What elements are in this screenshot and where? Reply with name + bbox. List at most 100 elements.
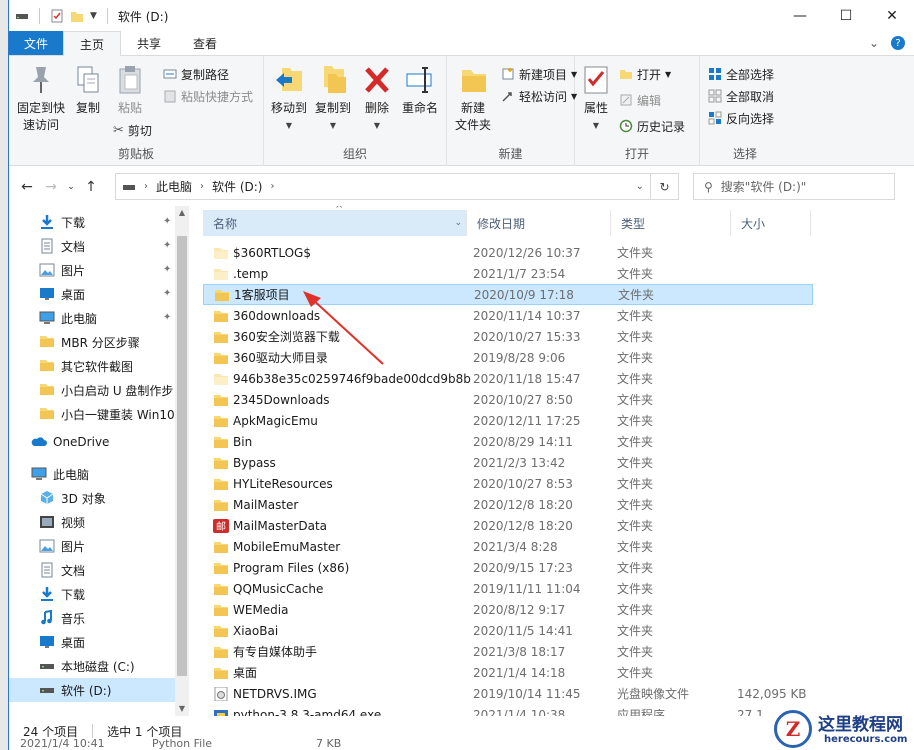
cut-button[interactable]: ✂ 剪切 [113, 120, 152, 140]
file-row[interactable]: XiaoBai 2020/11/5 14:41 文件夹 [203, 620, 813, 641]
properties-icon[interactable] [50, 9, 64, 23]
file-row[interactable]: HYLiteResources 2020/10/27 8:53 文件夹 [203, 473, 813, 494]
up-button[interactable]: ↑ [79, 175, 103, 199]
nav-item[interactable]: 桌面 [9, 630, 175, 654]
move-to-button[interactable]: 移动到 ▼ [268, 64, 310, 134]
nav-item[interactable]: 文档 ✦ [9, 234, 175, 258]
paste-shortcut-button[interactable]: 粘贴快捷方式 [163, 86, 253, 106]
pin-icon[interactable]: ✦ [163, 288, 173, 300]
nav-item[interactable]: 视频 [9, 510, 175, 534]
file-row[interactable]: .temp 2021/1/7 23:54 文件夹 [203, 263, 813, 284]
file-row[interactable]: $360RTLOG$ 2020/12/26 10:37 文件夹 [203, 242, 813, 263]
nav-item[interactable]: 本地磁盘 (C:) [9, 654, 175, 678]
forward-button[interactable]: → [39, 175, 63, 199]
file-row[interactable]: Bypass 2021/2/3 13:42 文件夹 [203, 452, 813, 473]
refresh-button[interactable]: ↻ [651, 173, 679, 200]
nav-item[interactable]: 此电脑 [9, 462, 175, 486]
tab-share[interactable]: 共享 [121, 31, 177, 55]
file-row[interactable]: 360驱动大师目录 2019/8/28 9:06 文件夹 [203, 347, 813, 368]
new-item-button[interactable]: 新建项目 ▼ [501, 64, 577, 84]
column-header-type[interactable]: 类型 [611, 210, 731, 236]
file-row[interactable]: 邮 MailMasterData 2020/12/8 18:20 文件夹 [203, 515, 813, 536]
nav-item[interactable]: 此电脑 ✦ [9, 306, 175, 330]
history-button[interactable]: 历史记录 [619, 116, 685, 136]
invert-selection-button[interactable]: 反向选择 [708, 108, 774, 128]
file-row[interactable]: NETDRVS.IMG 2019/10/14 11:45 光盘映像文件 142,095… [203, 683, 813, 704]
file-name: Bypass [233, 455, 276, 470]
breadcrumb-drive-d[interactable]: 软件 (D:) [212, 178, 262, 195]
nav-item[interactable]: 文档 [9, 558, 175, 582]
nav-scrollbar-thumb[interactable] [177, 236, 187, 676]
open-button[interactable]: 打开 ▼ [619, 64, 671, 84]
nav-item[interactable]: 图片 ✦ [9, 258, 175, 282]
scroll-down-icon[interactable]: ▼ [177, 704, 187, 714]
nav-item[interactable]: 下载 ✦ [9, 210, 175, 234]
nav-item[interactable]: MBR 分区步骤 [9, 330, 175, 354]
pin-to-quick-access-button[interactable]: 固定到快速访问 [15, 64, 67, 134]
rename-button[interactable]: 重命名 [398, 64, 442, 117]
nav-item[interactable]: 小白启动 U 盘制作步 [9, 378, 175, 402]
nav-scrollbar[interactable]: ▲ ▼ [175, 206, 189, 716]
paste-button[interactable]: 粘贴 [113, 64, 147, 117]
pin-icon[interactable]: ✦ [163, 264, 173, 276]
delete-button[interactable]: 删除 ▼ [360, 64, 394, 134]
scroll-up-icon[interactable]: ▲ [177, 208, 187, 218]
nav-item[interactable]: 小白一键重装 Win10 [9, 402, 175, 426]
pin-icon[interactable]: ✦ [163, 240, 173, 252]
copy-button[interactable]: 复制 [71, 64, 105, 117]
file-row[interactable]: QQMusicCache 2019/11/11 11:04 文件夹 [203, 578, 813, 599]
tab-view[interactable]: 查看 [177, 31, 233, 55]
close-button[interactable]: ✕ [869, 0, 914, 32]
recent-locations-icon[interactable]: ⌄ [63, 175, 79, 199]
select-all-button[interactable]: 全部选择 [708, 64, 774, 84]
file-row[interactable]: MailMaster 2020/12/8 18:20 文件夹 [203, 494, 813, 515]
file-row[interactable]: python-3.8.3-amd64.exe 2021/1/4 10:38 应用程序… [203, 704, 813, 716]
breadcrumb-this-pc[interactable]: 此电脑 [156, 178, 192, 195]
copy-path-button[interactable]: 复制路径 [163, 64, 229, 84]
tab-home[interactable]: 主页 [63, 31, 122, 56]
search-input[interactable]: ⚲ 搜索"软件 (D:)" [693, 173, 895, 200]
file-row[interactable]: Bin 2020/8/29 14:11 文件夹 [203, 431, 813, 452]
folder-icon [214, 478, 228, 490]
help-icon[interactable]: ? [891, 36, 905, 50]
nav-item[interactable]: 软件 (D:) [9, 678, 175, 702]
new-folder-icon[interactable] [70, 9, 84, 23]
new-folder-button[interactable]: 新建 文件夹 [451, 64, 495, 134]
nav-item[interactable]: 桌面 ✦ [9, 282, 175, 306]
maximize-button[interactable]: ☐ [823, 0, 869, 32]
tab-file[interactable]: 文件 [9, 31, 64, 55]
file-row[interactable]: Program Files (x86) 2020/9/15 17:23 文件夹 [203, 557, 813, 578]
nav-item[interactable]: 下载 [9, 582, 175, 606]
file-row[interactable]: ApkMagicEmu 2020/12/11 17:25 文件夹 [203, 410, 813, 431]
file-row[interactable]: 2345Downloads 2020/10/27 8:50 文件夹 [203, 389, 813, 410]
expand-ribbon-icon[interactable]: ⌄ [869, 36, 879, 50]
file-row[interactable]: MobileEmuMaster 2021/3/4 8:28 文件夹 [203, 536, 813, 557]
file-row[interactable]: WEMedia 2020/8/12 9:17 文件夹 [203, 599, 813, 620]
select-none-button[interactable]: 全部取消 [708, 86, 774, 106]
file-row[interactable]: 桌面 2021/1/4 14:18 文件夹 [203, 662, 813, 683]
address-dropdown-icon[interactable]: ⌄ [636, 181, 644, 192]
column-header-date[interactable]: 修改日期 [467, 210, 611, 236]
nav-item[interactable]: 音乐 [9, 606, 175, 630]
minimize-button[interactable]: — [777, 0, 823, 32]
copy-to-button[interactable]: 复制到 ▼ [312, 64, 354, 134]
nav-item[interactable]: 其它软件截图 [9, 354, 175, 378]
file-row[interactable]: 有专自媒体助手 2021/3/8 18:17 文件夹 [203, 641, 813, 662]
back-button[interactable]: ← [15, 175, 39, 199]
file-row[interactable]: 946b38e35c0259746f9bade00dcd9b8b 2020/11/… [203, 368, 813, 389]
file-row[interactable]: 360downloads 2020/11/14 10:37 文件夹 [203, 305, 813, 326]
file-row[interactable]: 1客服项目 2020/10/9 17:18 文件夹 [203, 284, 813, 305]
column-header-name[interactable]: 名称 ⌄ [203, 210, 467, 236]
easy-access-button[interactable]: 轻松访问 ▼ [501, 86, 577, 106]
properties-button[interactable]: 属性 ▼ [579, 64, 613, 134]
qa-dropdown-icon[interactable]: ▼ [90, 11, 97, 21]
address-bar[interactable]: › 此电脑 › 软件 (D:) › ⌄ [115, 173, 651, 200]
pin-icon[interactable]: ✦ [163, 312, 173, 324]
nav-item[interactable]: 3D 对象 [9, 486, 175, 510]
edit-button[interactable]: 编辑 [619, 90, 661, 110]
pin-icon[interactable]: ✦ [163, 216, 173, 228]
nav-item[interactable]: 图片 [9, 534, 175, 558]
file-row[interactable]: 360安全浏览器下载 2020/10/27 15:33 文件夹 [203, 326, 813, 347]
column-header-size[interactable]: 大小 [731, 210, 811, 236]
nav-item[interactable]: OneDrive [9, 430, 175, 454]
